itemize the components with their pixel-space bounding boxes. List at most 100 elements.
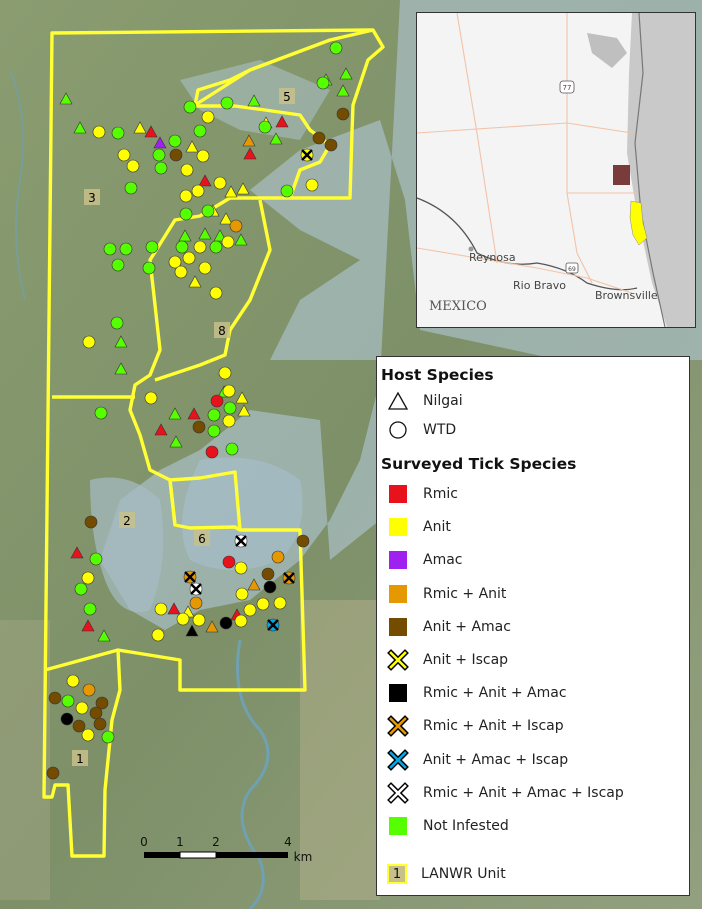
x-marker-icon: [387, 748, 409, 771]
unit-label: 8: [218, 324, 226, 338]
legend-label: WTD: [423, 422, 457, 438]
legend-host-nilgai: Nilgai: [387, 390, 463, 412]
sample-point: [329, 41, 343, 55]
highway-shield: 69: [568, 266, 576, 273]
sample-point: [207, 424, 221, 438]
sample-point: [221, 235, 235, 249]
place-label-reynosa: Reynosa: [469, 251, 516, 264]
sample-point: [222, 555, 236, 569]
sample-point: [152, 148, 166, 162]
sample-point: [61, 694, 75, 708]
sample-point: [256, 597, 270, 611]
sample-point: [72, 719, 86, 733]
legend-label: Nilgai: [423, 393, 463, 409]
sample-point: [271, 550, 285, 564]
sample-point: [193, 124, 207, 138]
legend-species-row: Rmic + Anit + Iscap: [387, 715, 564, 738]
sample-point: [169, 148, 183, 162]
sample-point: [235, 587, 249, 601]
sample-point: [168, 134, 182, 148]
sample-point: [174, 265, 188, 279]
sample-point: [280, 184, 294, 198]
sample-point: [60, 712, 74, 726]
sample-point: [111, 126, 125, 140]
inset-svg: 77 69 Reynosa Rio Bravo Brownsville MEXI…: [417, 13, 695, 327]
unit-label: 3: [88, 191, 96, 205]
legend-label: Amac: [423, 552, 463, 569]
sample-point: [198, 261, 212, 275]
legend-species-row: Rmic + Anit: [387, 583, 506, 605]
color-swatch: [389, 551, 407, 570]
tick-species-title: Surveyed Tick Species: [381, 455, 577, 473]
x-marker-icon: [387, 649, 409, 671]
sample-point: [222, 414, 236, 428]
sample-point: [180, 163, 194, 177]
sample-point: [234, 614, 248, 628]
sample-point: [234, 561, 248, 575]
scale-tick-label: 1: [176, 835, 184, 849]
color-swatch: [389, 518, 407, 537]
map-figure: 1 2 3 5 6 8 0 1 2 4 km 77 69 Reynosa Rio…: [0, 0, 702, 909]
legend-label: Not Infested: [423, 818, 509, 834]
sample-point: [222, 384, 236, 398]
legend-species-row: Anit: [387, 516, 451, 538]
sample-point: [209, 286, 223, 300]
legend-label: Rmic: [423, 486, 458, 502]
legend-label: Rmic + Anit: [423, 585, 507, 602]
sample-point: [193, 240, 207, 254]
legend-label: Rmic + Anit + Amac + Iscap: [423, 784, 624, 801]
sample-point: [103, 242, 117, 256]
legend-species-row: Anit + Amac + Iscap: [387, 748, 569, 771]
sample-point: [154, 161, 168, 175]
legend-label: Anit + Amac + Iscap: [423, 751, 569, 768]
sample-point: [258, 120, 272, 134]
sample-point: [183, 100, 197, 114]
sample-point: [210, 394, 224, 408]
unit-label: 2: [123, 514, 131, 528]
legend-species-row: Rmic + Anit + Amac: [387, 682, 567, 704]
legend-label: LANWR Unit: [421, 866, 506, 882]
inset-map: 77 69 Reynosa Rio Bravo Brownsville MEXI…: [416, 12, 696, 328]
lake-water: [182, 457, 303, 570]
place-label-brownsville: Brownsville: [595, 289, 658, 302]
sample-point: [316, 76, 330, 90]
sample-point: [189, 596, 203, 610]
sample-point: [192, 613, 206, 627]
sample-point: [191, 184, 205, 198]
sample-point: [209, 240, 223, 254]
legend-label: Anit: [423, 519, 451, 536]
legend: Host Species Nilgai WTD Surveyed Tick Sp…: [376, 356, 690, 896]
sample-point: [117, 148, 131, 162]
host-species-title: Host Species: [381, 366, 494, 384]
triangle-icon: [387, 391, 409, 410]
sample-point: [176, 612, 190, 626]
sample-point: [89, 552, 103, 566]
study-area-north: [613, 165, 630, 185]
unit-swatch: 1: [387, 864, 407, 884]
sample-point: [94, 406, 108, 420]
sample-point: [196, 149, 210, 163]
color-swatch: [389, 684, 407, 703]
sample-point: [179, 207, 193, 221]
sample-point: [46, 766, 60, 780]
legend-label: Anit + Amac: [423, 618, 511, 635]
highway-shield: 77: [563, 84, 572, 92]
sample-point: [201, 110, 215, 124]
x-marker-icon: [387, 715, 409, 738]
sample-point: [89, 706, 103, 720]
unit-label: 5: [283, 90, 291, 104]
unit-label: 1: [76, 752, 84, 766]
sample-point: [179, 189, 193, 203]
sample-point: [82, 335, 96, 349]
sample-point: [220, 96, 234, 110]
legend-label: Rmic + Anit + Iscap: [423, 718, 564, 735]
sample-point: [144, 391, 158, 405]
sample-point: [83, 602, 97, 616]
sample-point: [151, 628, 165, 642]
sample-point: [229, 219, 243, 233]
sample-point: [124, 181, 138, 195]
place-label-rio-bravo: Rio Bravo: [513, 279, 566, 292]
sample-point: [336, 107, 350, 121]
sample-point: [261, 567, 275, 581]
sample-point: [92, 125, 106, 139]
